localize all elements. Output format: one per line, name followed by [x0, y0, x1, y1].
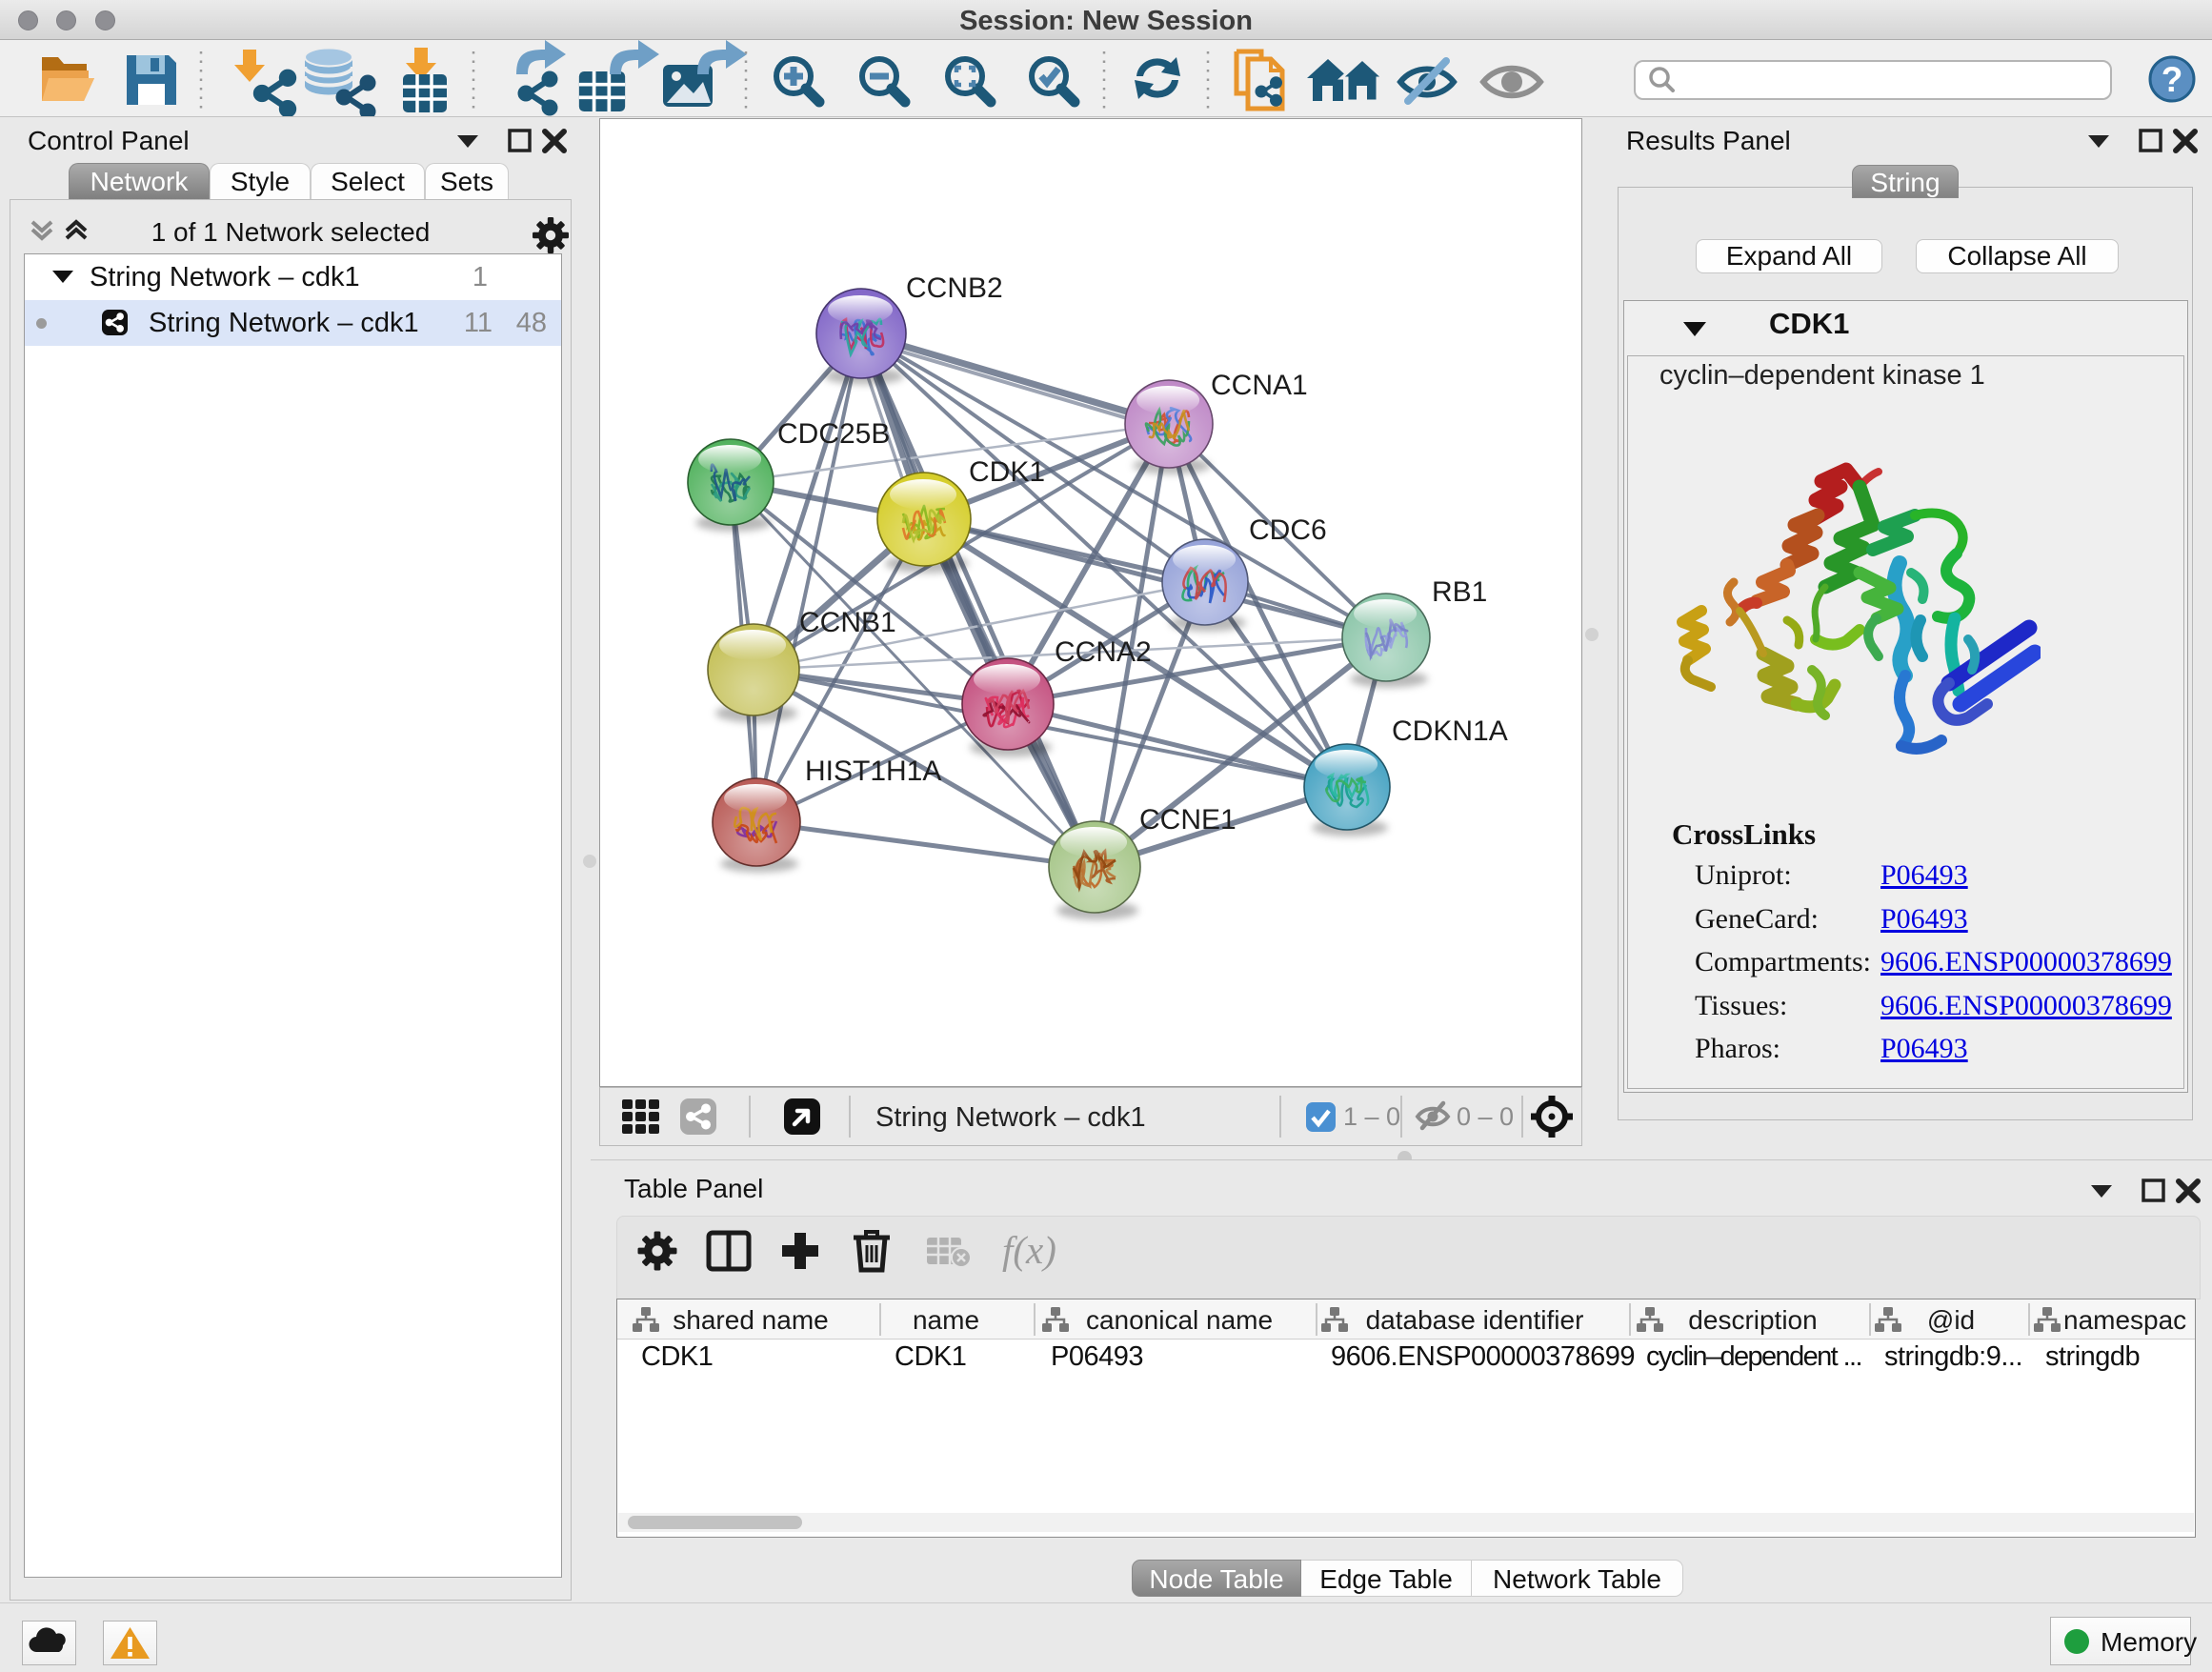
svg-text:CCNA2: CCNA2: [1055, 636, 1152, 668]
svg-text:shared name: shared name: [673, 1305, 828, 1335]
svg-text:CCNE1: CCNE1: [1139, 804, 1237, 836]
svg-text:CDK1: CDK1: [969, 456, 1045, 488]
svg-text:CCNB2: CCNB2: [906, 272, 1003, 304]
svg-text:CCNA1: CCNA1: [1211, 370, 1308, 401]
svg-text:CDKN1A: CDKN1A: [1392, 715, 1508, 747]
svg-text:?: ?: [2162, 60, 2183, 99]
svg-text:HIST1H1A: HIST1H1A: [805, 755, 941, 787]
svg-text:1 – 0: 1 – 0: [1343, 1102, 1400, 1131]
svg-text:name: name: [913, 1305, 979, 1335]
svg-text:namespac: namespac: [2063, 1305, 2186, 1335]
svg-text:CDC6: CDC6: [1249, 514, 1327, 546]
svg-text:RB1: RB1: [1432, 576, 1487, 608]
svg-text:CDC25B: CDC25B: [777, 418, 890, 450]
svg-text:database identifier: database identifier: [1366, 1305, 1584, 1335]
svg-text:description: description: [1688, 1305, 1817, 1335]
svg-text:f(x): f(x): [1002, 1228, 1056, 1272]
svg-text:@id: @id: [1927, 1305, 1975, 1335]
svg-text:0 – 0: 0 – 0: [1457, 1102, 1514, 1131]
svg-text:CCNB1: CCNB1: [799, 607, 896, 638]
svg-text:canonical name: canonical name: [1086, 1305, 1273, 1335]
svg-text:String Network – cdk1: String Network – cdk1: [875, 1102, 1146, 1133]
